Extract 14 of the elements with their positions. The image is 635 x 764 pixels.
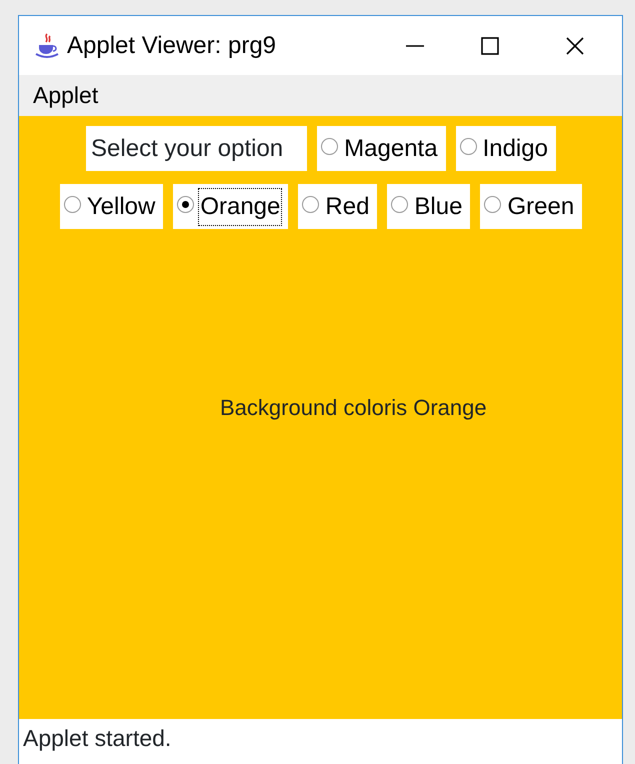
radio-option[interactable]: Blue <box>387 184 470 229</box>
menu-item[interactable]: Applet <box>33 78 98 113</box>
prompt-label: Select your option <box>86 126 308 171</box>
status-text: Applet started. <box>23 725 172 751</box>
radio-option[interactable]: Green <box>480 184 582 229</box>
radio-option[interactable]: Red <box>298 184 378 229</box>
radio-option[interactable]: Orange <box>173 184 288 229</box>
window-title: Applet Viewer: prg9 <box>67 30 276 60</box>
radio-option[interactable]: Yellow <box>60 184 164 229</box>
message-text: Background coloris Orange <box>220 394 487 422</box>
minimize-icon <box>406 44 424 46</box>
cup-icon <box>35 32 59 58</box>
radio-option[interactable]: Magenta <box>317 126 446 171</box>
radio-option[interactable]: Indigo <box>456 126 556 171</box>
